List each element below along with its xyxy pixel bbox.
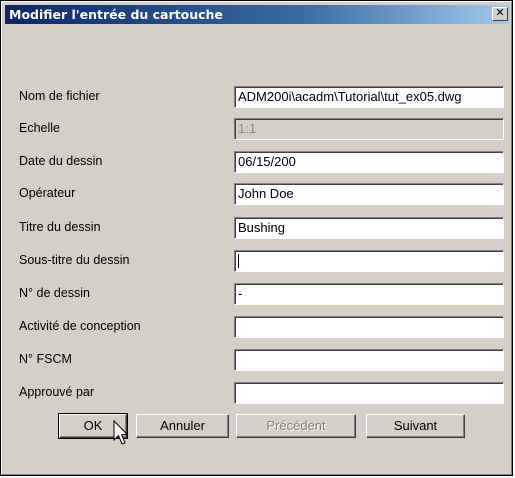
label-fscm-number: N° FSCM [19, 352, 72, 366]
file-name-field[interactable]: ADM200i\acadm\Tutorial\tut_ex05.dwg [234, 86, 504, 108]
label-drawing-subtitle: Sous-titre du dessin [19, 253, 130, 267]
scale-field: 1:1 [234, 118, 504, 140]
label-operator: Opérateur [19, 186, 76, 200]
label-drawing-date: Date du dessin [19, 154, 103, 168]
label-file-name: Nom de fichier [19, 89, 100, 103]
drawing-date-field[interactable]: 06/15/200 [234, 151, 504, 173]
dialog-title: Modifier l'entrée du cartouche [9, 7, 223, 22]
drawing-number-field[interactable]: - [234, 283, 504, 305]
label-drawing-number: N° de dessin [19, 286, 91, 300]
label-scale: Echelle [19, 121, 60, 135]
label-approved-by: Approuvé par [19, 385, 95, 399]
previous-button: Précédent [236, 414, 356, 438]
dialog-window: Modifier l'entrée du cartouche ✕ Nom de … [0, 0, 513, 476]
close-icon: ✕ [495, 7, 505, 19]
title-bar[interactable]: Modifier l'entrée du cartouche ✕ [5, 5, 510, 24]
label-design-activity: Activité de conception [19, 319, 141, 333]
label-drawing-title: Titre du dessin [19, 220, 101, 234]
fscm-number-field[interactable] [234, 349, 504, 371]
text-caret [238, 254, 239, 268]
design-activity-field[interactable] [234, 316, 504, 338]
drawing-subtitle-field[interactable] [234, 250, 504, 272]
close-button[interactable]: ✕ [492, 7, 508, 21]
next-button[interactable]: Suivant [366, 414, 465, 438]
drawing-title-field[interactable]: Bushing [234, 217, 504, 239]
cancel-button[interactable]: Annuler [136, 414, 229, 438]
approved-by-field[interactable] [234, 382, 504, 404]
mouse-pointer-icon [113, 420, 129, 445]
operator-field[interactable]: John Doe [234, 183, 504, 205]
